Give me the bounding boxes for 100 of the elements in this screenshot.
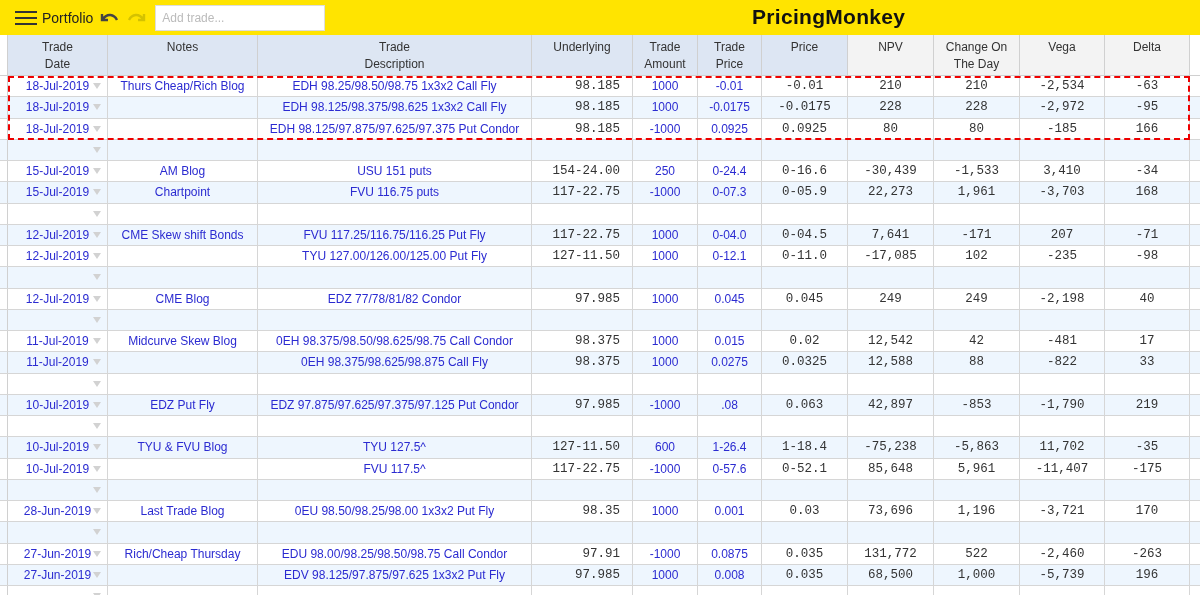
table-row[interactable]: 27-Jun-2019 Rich/Cheap Thursday EDU 98.00/98.25/98.50/98.75 Call Condor 97.91 -1000 0.0875 0.035 131,772 522 -2,460 -263 (0, 543, 1200, 565)
table-row[interactable] (0, 139, 1200, 161)
column-header[interactable]: Delta (1105, 35, 1190, 75)
change-cell: 249 (934, 288, 1020, 309)
date-dropdown[interactable]: 18-Jul-2019 (8, 118, 108, 139)
date-dropdown[interactable]: 10-Jul-2019 (8, 437, 108, 458)
table-row[interactable]: 11-Jul-2019 0EH 98.375/98.625/98.875 Call Fly 98.375 1000 0.0275 0.0325 12,588 88 -822 33 (0, 352, 1200, 374)
amount-cell: 1000 (633, 97, 698, 118)
amount-cell: 1000 (633, 224, 698, 245)
column-header[interactable]: Trade Description (258, 35, 532, 75)
column-header[interactable]: Trade Price (698, 35, 762, 75)
date-dropdown[interactable]: 15-Jul-2019 (8, 182, 108, 203)
table-row[interactable]: 12-Jul-2019 CME Skew shift Bonds FVU 117.25/116.75/116.25 Put Fly 117-22.75 1000 0-04.0 0-04.5 7,641 -171 207 -71 (0, 224, 1200, 246)
column-header[interactable]: Notes (108, 35, 258, 75)
date-dropdown[interactable]: 10-Jul-2019 (8, 394, 108, 415)
table-row[interactable]: 10-Jul-2019 EDZ Put Fly EDZ 97.875/97.625/97.375/97.125 Put Condor 97.985 -1000 .08 0.063 42,897 -853 -1,790 219 (0, 394, 1200, 416)
dropdown-icon[interactable] (93, 253, 101, 259)
table-row[interactable]: 12-Jul-2019 CME Blog EDZ 77/78/81/82 Condor 97.985 1000 0.045 0.045 249 249 -2,198 40 (0, 288, 1200, 310)
price-cell: 0.0925 (762, 118, 848, 139)
date-dropdown[interactable]: 10-Jul-2019 (8, 458, 108, 479)
dropdown-icon[interactable] (93, 401, 101, 408)
column-header[interactable]: Underlying (532, 35, 633, 75)
dropdown-icon[interactable] (93, 295, 101, 302)
dropdown-icon[interactable] (93, 486, 101, 493)
trade-price-cell: 0-57.6 (698, 458, 762, 479)
date-dropdown[interactable]: 12-Jul-2019 (8, 224, 108, 245)
dropdown-icon[interactable] (93, 168, 101, 174)
dropdown-icon[interactable] (93, 125, 101, 132)
dropdown-icon[interactable] (93, 316, 101, 323)
portfolio-menu-button[interactable]: Portfolio (15, 9, 94, 26)
underlying-cell: 98.375 (532, 352, 633, 373)
notes-cell: Last Trade Blog (108, 501, 258, 522)
add-trade-field[interactable]: Add trade... (155, 4, 326, 31)
change-cell: -853 (934, 394, 1020, 415)
table-row[interactable]: 15-Jul-2019 AM Blog USU 151 puts 154-24.00 250 0-24.4 0-16.6 -30,439 -1,533 3,410 -34 (0, 161, 1200, 183)
amount-cell: 1000 (633, 331, 698, 352)
underlying-cell: 97.91 (532, 543, 633, 564)
table-row[interactable]: 10-Jul-2019 FVU 117.5^ 117-22.75 -1000 0-57.6 0-52.1 85,648 5,961 -11,407 -175 (0, 458, 1200, 480)
column-header[interactable]: Vega (1020, 35, 1105, 75)
date-dropdown[interactable]: 11-Jul-2019 (8, 331, 108, 352)
vega-cell: -235 (1020, 246, 1105, 267)
price-cell: 0.035 (762, 564, 848, 585)
dropdown-icon[interactable] (93, 529, 101, 536)
npv-cell: 7,641 (848, 224, 934, 245)
column-header[interactable]: Trade Amount (633, 35, 698, 75)
trade-price-cell: -0.01 (698, 76, 762, 97)
column-header[interactable]: NPV (848, 35, 934, 75)
delta-cell: 219 (1105, 394, 1190, 415)
dropdown-icon[interactable] (93, 508, 101, 514)
dropdown-icon[interactable] (93, 83, 101, 89)
delta-cell: -35 (1105, 437, 1190, 458)
dropdown-icon[interactable] (93, 146, 101, 153)
table-row[interactable]: 28-Jun-2019 Last Trade Blog 0EU 98.50/98.25/98.00 1x3x2 Put Fly 98.35 1000 0.001 0.03 73,696 1,196 -3,721 170 (0, 501, 1200, 523)
dropdown-icon[interactable] (93, 210, 101, 217)
dropdown-icon[interactable] (93, 338, 101, 344)
dropdown-icon[interactable] (93, 550, 101, 557)
dropdown-icon[interactable] (93, 104, 101, 111)
underlying-cell: 98.185 (532, 97, 633, 118)
vega-cell: -2,534 (1020, 76, 1105, 97)
trade-price-cell: -0.0175 (698, 97, 762, 118)
dropdown-icon[interactable] (93, 444, 101, 451)
dropdown-icon[interactable] (93, 465, 101, 472)
dropdown-icon[interactable] (93, 274, 101, 281)
column-header[interactable]: Price (762, 35, 848, 75)
column-header[interactable]: Change On The Day (934, 35, 1020, 75)
description-cell: FVU 117.5^ (258, 458, 532, 479)
underlying-cell: 98.35 (532, 501, 633, 522)
table-row[interactable]: 18-Jul-2019 EDH 98.125/98.375/98.625 1x3x2 Call Fly 98.185 1000 -0.0175 -0.0175 228 228 -2,972 -95 (0, 97, 1200, 119)
table-row[interactable]: 12-Jul-2019 TYU 127.00/126.00/125.00 Put Fly 127-11.50 1000 0-12.1 0-11.0 -17,085 102 -235 -98 (0, 246, 1200, 268)
npv-cell: 131,772 (848, 543, 934, 564)
date-dropdown[interactable]: 11-Jul-2019 (8, 352, 108, 373)
dropdown-icon[interactable] (93, 571, 101, 578)
date-dropdown[interactable]: 12-Jul-2019 (8, 246, 108, 267)
table-row[interactable]: 15-Jul-2019 Chartpoint FVU 116.75 puts 117-22.75 -1000 0-07.3 0-05.9 22,273 1,961 -3,703 168 (0, 182, 1200, 204)
date-dropdown[interactable]: 27-Jun-2019 (8, 564, 108, 585)
change-cell: 1,196 (934, 501, 1020, 522)
dropdown-icon[interactable] (93, 380, 101, 387)
dropdown-icon[interactable] (93, 423, 101, 429)
dropdown-icon[interactable] (93, 359, 101, 366)
date-dropdown[interactable]: 18-Jul-2019 (8, 76, 108, 97)
change-cell: 88 (934, 352, 1020, 373)
dropdown-icon[interactable] (93, 189, 101, 196)
price-cell: 0.045 (762, 288, 848, 309)
price-cell: 0-11.0 (762, 246, 848, 267)
date-dropdown[interactable]: 15-Jul-2019 (8, 161, 108, 182)
column-header[interactable]: Trade Date (8, 35, 108, 75)
date-dropdown[interactable]: 27-Jun-2019 (8, 543, 108, 564)
table-row[interactable]: 18-Jul-2019 Thurs Cheap/Rich Blog EDH 98.25/98.50/98.75 1x3x2 Call Fly 98.185 1000 -0.01 -0.01 210 210 -2,534 -63 (0, 76, 1200, 98)
date-dropdown[interactable]: 28-Jun-2019 (8, 501, 108, 522)
underlying-cell: 127-11.50 (532, 437, 633, 458)
table-row[interactable]: 10-Jul-2019 TYU & FVU Blog TYU 127.5^ 127-11.50 600 1-26.4 1-18.4 -75,238 -5,863 11,702 -35 (0, 437, 1200, 459)
trade-price-cell: 0.015 (698, 331, 762, 352)
date-dropdown[interactable]: 12-Jul-2019 (8, 288, 108, 309)
table-row[interactable]: 27-Jun-2019 EDV 98.125/97.875/97.625 1x3x2 Put Fly 97.985 1000 0.008 0.035 68,500 1,000 -5,739 196 (0, 564, 1200, 586)
logo: PricingMonkey (752, 5, 906, 29)
change-cell: 80 (934, 118, 1020, 139)
price-cell: 0-04.5 (762, 224, 848, 245)
table-row[interactable]: 11-Jul-2019 Midcurve Skew Blog 0EH 98.375/98.50/98.625/98.75 Call Condor 98.375 1000 0.015 0.02 12,542 42 -481 17 (0, 331, 1200, 353)
date-dropdown[interactable]: 18-Jul-2019 (8, 97, 108, 118)
dropdown-icon[interactable] (93, 231, 101, 238)
